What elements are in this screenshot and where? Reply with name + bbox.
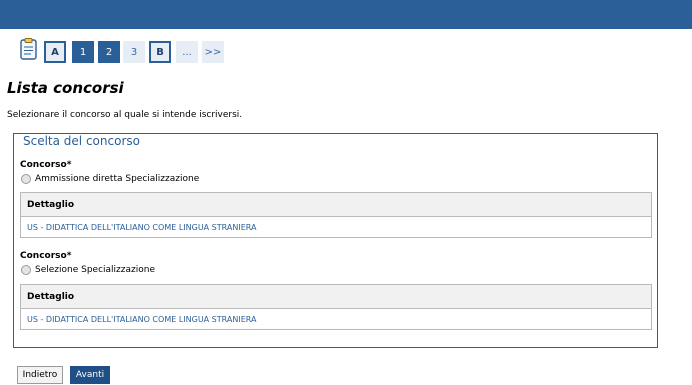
detail-header: Dettaglio (21, 193, 651, 217)
step-a[interactable]: A (44, 41, 66, 63)
next-button[interactable]: Avanti (70, 366, 110, 384)
step-b[interactable]: B (149, 41, 171, 63)
step-ellipsis[interactable]: ... (176, 41, 198, 63)
concorso-label: Concorso* (20, 160, 72, 170)
detail-header: Dettaglio (21, 285, 651, 309)
step-3[interactable]: 3 (123, 41, 145, 63)
concorso-option[interactable]: Selezione Specializzazione (21, 265, 155, 275)
concorso-label: Concorso* (20, 251, 72, 261)
radio-icon[interactable] (21, 265, 31, 275)
concorso-option-label: Selezione Specializzazione (35, 265, 155, 275)
fieldset-legend: Scelta del concorso (21, 134, 142, 148)
concorso-option-label: Ammissione diretta Specializzazione (35, 174, 200, 184)
page-title: Lista concorsi (7, 79, 124, 97)
step-2[interactable]: 2 (98, 41, 120, 63)
step-next[interactable]: >> (202, 41, 224, 63)
detail-value: US - DIDATTICA DELL'ITALIANO COME LINGUA… (27, 314, 257, 324)
back-button[interactable]: Indietro (17, 366, 63, 384)
step-1[interactable]: 1 (72, 41, 94, 63)
concorso-option[interactable]: Ammissione diretta Specializzazione (21, 174, 199, 184)
detail-table: Dettaglio US - DIDATTICA DELL'ITALIANO C… (20, 192, 652, 238)
intro-text: Selezionare il concorso al quale si inte… (7, 110, 243, 120)
top-header-bar (0, 0, 692, 29)
detail-value: US - DIDATTICA DELL'ITALIANO COME LINGUA… (27, 222, 257, 232)
clipboard-icon (20, 38, 37, 60)
radio-icon[interactable] (21, 174, 31, 184)
detail-table: Dettaglio US - DIDATTICA DELL'ITALIANO C… (20, 284, 652, 330)
